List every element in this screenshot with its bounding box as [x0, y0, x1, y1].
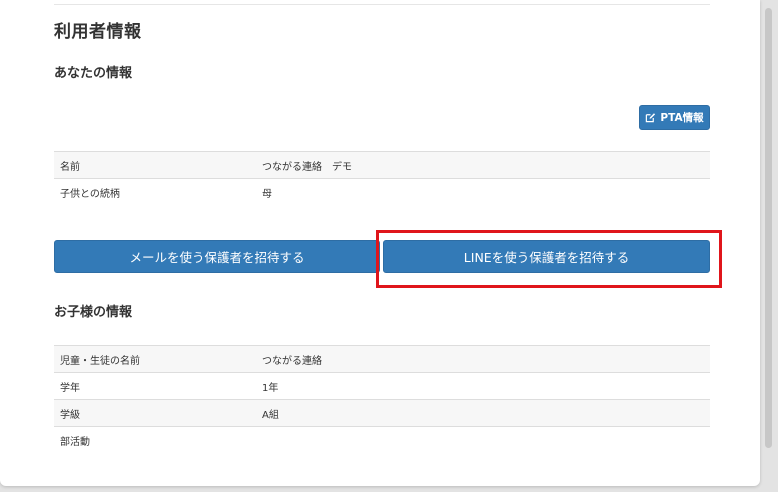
row-label-name: 名前: [54, 151, 256, 179]
table-row: 児童・生徒の名前 つながる連絡: [54, 345, 710, 373]
pta-info-button[interactable]: PTA情報: [639, 105, 710, 130]
table-row: 学級 A組: [54, 399, 710, 427]
row-label-student-name: 児童・生徒の名前: [54, 345, 256, 373]
table-row: 部活動: [54, 426, 710, 454]
your-info-table: 名前 つながる連絡 デモ 子供との続柄 母: [54, 151, 710, 206]
edit-icon: [645, 112, 656, 123]
row-value-name: つながる連絡 デモ: [256, 151, 710, 179]
row-label-class: 学級: [54, 399, 256, 427]
row-value-student-name: つながる連絡: [256, 345, 710, 373]
table-row: 学年 1年: [54, 372, 710, 400]
row-label-relation: 子供との続柄: [54, 178, 256, 206]
invite-email-parent-button[interactable]: メールを使う保護者を招待する: [54, 240, 380, 273]
pta-info-button-label: PTA情報: [660, 112, 704, 124]
children-info-table: 児童・生徒の名前 つながる連絡 学年 1年 学級 A組 部活動: [54, 345, 710, 454]
page-title: 利用者情報: [54, 22, 142, 42]
top-divider: [54, 4, 710, 5]
row-label-club: 部活動: [54, 426, 256, 454]
table-row: 子供との続柄 母: [54, 178, 710, 206]
row-value-class: A組: [256, 399, 710, 427]
invite-line-parent-button[interactable]: LINEを使う保護者を招待する: [383, 240, 710, 273]
your-info-heading: あなたの情報: [54, 66, 133, 81]
row-value-club: [256, 426, 710, 454]
scrollbar-thumb[interactable]: [765, 8, 772, 448]
row-label-grade: 学年: [54, 372, 256, 400]
row-value-relation: 母: [256, 178, 710, 206]
page-card: 利用者情報 あなたの情報 PTA情報 名前 つながる連絡 デモ 子供との続柄 母…: [0, 0, 760, 486]
children-info-heading: お子様の情報: [54, 305, 133, 320]
row-value-grade: 1年: [256, 372, 710, 400]
table-row: 名前 つながる連絡 デモ: [54, 151, 710, 179]
